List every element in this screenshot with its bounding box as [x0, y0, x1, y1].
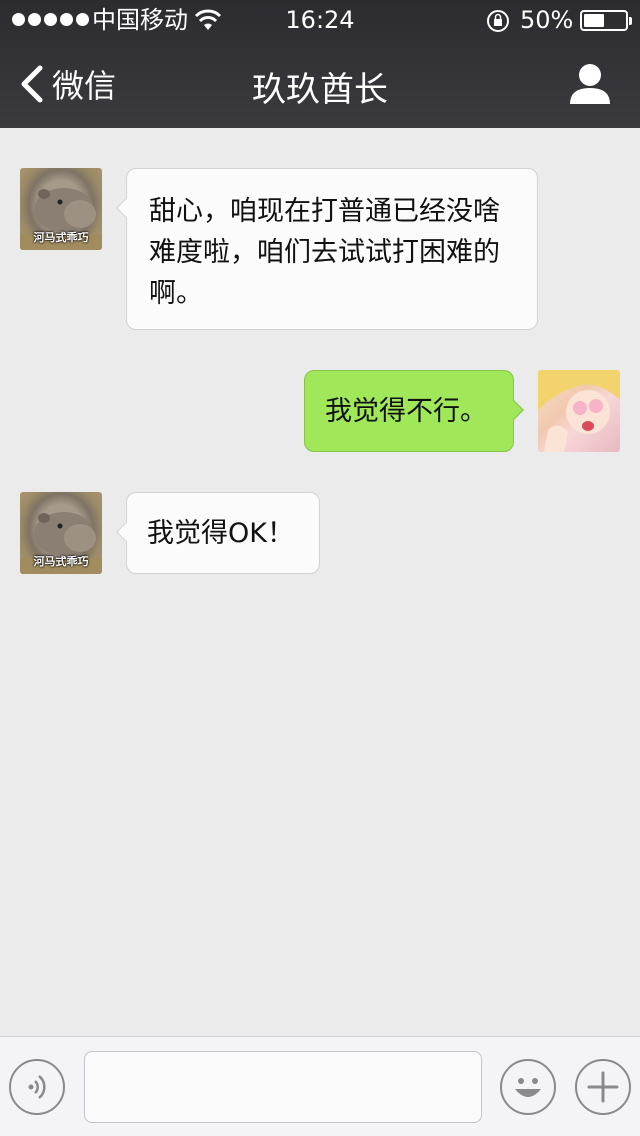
nav-bar: 微信 玖玖酋长	[0, 40, 640, 128]
battery-percent: 50%	[520, 6, 574, 34]
plus-button[interactable]	[575, 1059, 631, 1115]
message-input[interactable]	[84, 1051, 482, 1123]
voice-icon	[28, 1075, 46, 1099]
bubble-tail	[116, 198, 136, 218]
bubble-tail	[116, 522, 136, 542]
plus-icon	[587, 1071, 619, 1103]
message-bubble-incoming[interactable]: 甜心，咱现在打普通已经没啥难度啦，咱们去试试打困难的啊。	[116, 168, 538, 330]
message-bubble-incoming[interactable]: 我觉得OK！	[116, 492, 320, 574]
emoji-button[interactable]	[500, 1059, 556, 1115]
input-bar	[0, 1036, 640, 1136]
message-text: 我觉得不行。	[325, 396, 487, 427]
emoji-icon	[515, 1078, 541, 1097]
my-avatar[interactable]	[538, 370, 620, 452]
contact-avatar[interactable]: 河马式乖巧	[20, 168, 102, 250]
avatar-caption: 河马式乖巧	[33, 555, 89, 568]
back-button[interactable]: 微信	[18, 60, 116, 108]
battery-icon	[580, 10, 632, 31]
message-list[interactable]: 河马式乖巧 甜心，咱现在打普通已经没啥难度啦，咱们去试试打困难的啊。 我觉得不行…	[0, 128, 640, 1036]
page-title: 玖玖酋长	[252, 70, 388, 110]
rotation-lock-icon	[487, 10, 509, 32]
header: 中国移动 16:24 50% 微信 玖玖酋长	[0, 0, 640, 128]
avatar-caption: 河马式乖巧	[33, 231, 89, 244]
message-bubble-outgoing[interactable]: 我觉得不行。	[304, 370, 524, 452]
status-bar: 中国移动 16:24 50%	[0, 0, 640, 40]
anime-girl-image	[538, 370, 620, 452]
bubble-tail	[504, 400, 524, 420]
message-text: 甜心，咱现在打普通已经没啥难度啦，咱们去试试打困难的啊。	[149, 196, 500, 309]
chevron-left-icon	[21, 65, 43, 103]
contact-avatar[interactable]: 河马式乖巧	[20, 492, 102, 574]
person-icon[interactable]	[566, 62, 614, 106]
message-text: 我觉得OK！	[147, 518, 294, 549]
battery-level	[584, 14, 604, 27]
back-label: 微信	[52, 67, 117, 105]
voice-button[interactable]	[9, 1059, 65, 1115]
